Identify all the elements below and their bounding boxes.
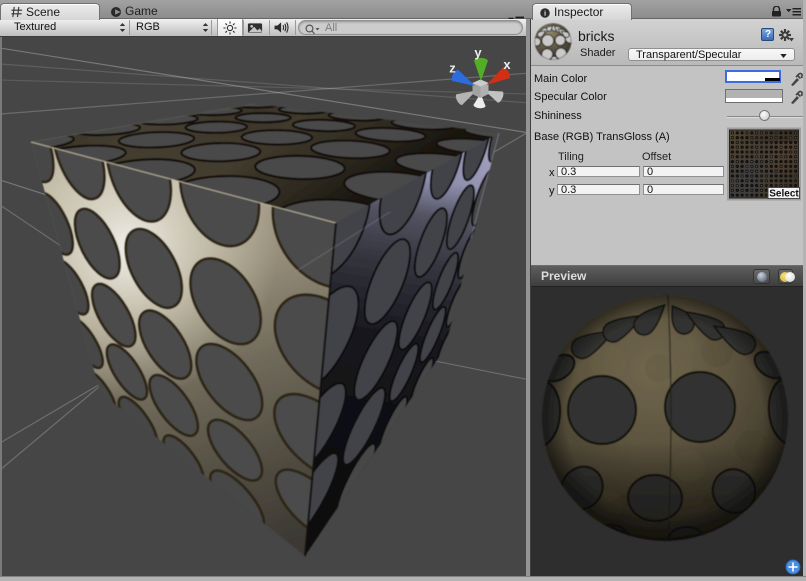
svg-text:x: x xyxy=(503,57,511,72)
svg-text:Select: Select xyxy=(769,189,799,200)
svg-text:y: y xyxy=(474,45,482,60)
svg-text:i: i xyxy=(544,9,546,18)
svg-text:z: z xyxy=(449,61,456,76)
